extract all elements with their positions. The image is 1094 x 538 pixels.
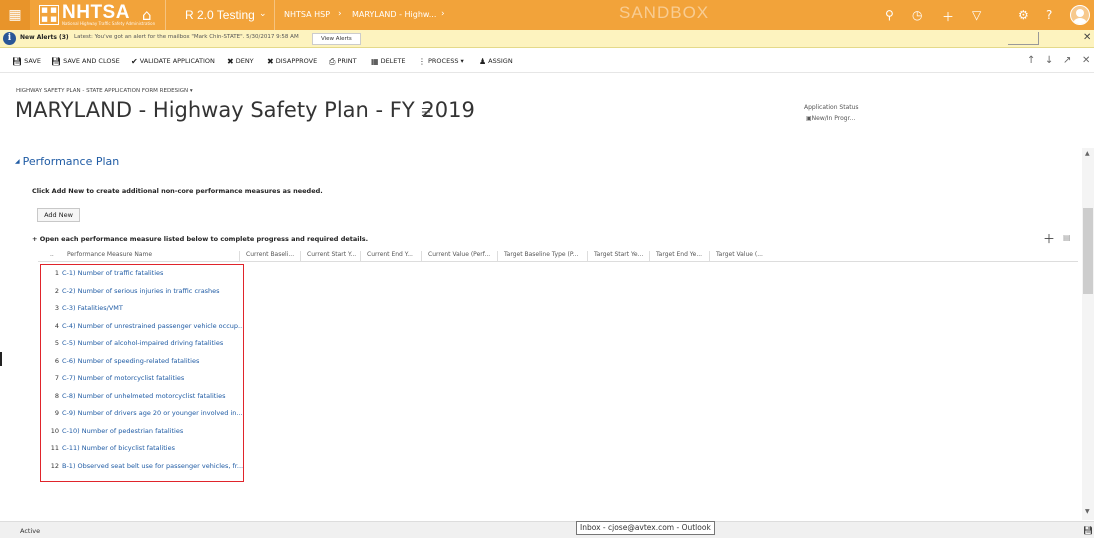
- process-menu-button[interactable]: ⋮ PROCESS ▾: [418, 57, 464, 66]
- assign-users-icon: ♟: [479, 57, 487, 66]
- dot-logo-icon: ■ ■ ■ ■: [39, 5, 59, 25]
- collapse-triangle-icon: ◢: [15, 158, 20, 165]
- chevron-down-icon: ▾: [189, 88, 193, 94]
- chevron-right-icon[interactable]: ›: [441, 9, 445, 19]
- alert-notification-bar: i New Alerts (3) Latest: You've got an a…: [0, 30, 1094, 48]
- new-record-plus-icon[interactable]: ＋: [942, 8, 954, 25]
- validate-icon: ✔: [131, 57, 138, 66]
- column-header[interactable]: Performance Measure Name: [67, 251, 152, 262]
- advanced-find-filter-icon[interactable]: ▽: [972, 8, 981, 22]
- popout-icon[interactable]: ↗: [1063, 55, 1071, 66]
- alert-title: New Alerts (3): [20, 34, 69, 41]
- save-icon[interactable]: 💾︎: [1083, 526, 1093, 535]
- x-icon: ✖: [227, 57, 234, 66]
- trash-icon: ▦: [371, 57, 379, 66]
- breadcrumb-record[interactable]: MARYLAND - Highw...: [352, 10, 436, 19]
- column-header[interactable]: Current Value (Perf...: [421, 251, 490, 262]
- home-icon[interactable]: ⌂: [142, 6, 152, 24]
- record-menu-icon[interactable]: ☰: [421, 106, 431, 119]
- application-status-label: Application Status: [804, 104, 859, 111]
- application-status-value: ▣New/In Progr...: [806, 115, 856, 122]
- save-close-icon: 💾︎: [51, 57, 62, 66]
- page-title: MARYLAND - Highway Safety Plan - FY 2019: [15, 98, 475, 122]
- app-launcher-icon[interactable]: ▦: [0, 0, 30, 30]
- settings-gear-icon[interactable]: ⚙: [1018, 8, 1029, 22]
- search-icon[interactable]: ⚲: [885, 8, 894, 22]
- text-cursor-mark: [0, 352, 2, 366]
- chevron-down-icon: ▾: [460, 57, 464, 65]
- red-highlight-box: [40, 264, 244, 482]
- form-selector[interactable]: HIGHWAY SAFETY PLAN - STATE APPLICATION …: [16, 88, 193, 94]
- column-header[interactable]: Current Start Y...: [300, 251, 356, 262]
- chevron-right-icon: ›: [338, 9, 342, 19]
- column-header[interactable]: Target Baseline Type (P...: [497, 251, 578, 262]
- add-new-button[interactable]: Add New: [37, 208, 80, 222]
- grid-options-icon[interactable]: ▤: [1063, 233, 1071, 242]
- print-button[interactable]: ⎙ PRINT: [329, 57, 357, 67]
- command-bar: 💾︎ SAVE 💾︎ SAVE AND CLOSE ✔ VALIDATE APPLIC…: [0, 49, 1094, 73]
- status-bar: Active 💾︎: [0, 521, 1094, 538]
- alert-bar-field: [1008, 32, 1039, 45]
- close-form-icon[interactable]: ✕: [1082, 55, 1090, 66]
- record-state: Active: [20, 527, 41, 535]
- column-header[interactable]: Target Value (...: [709, 251, 763, 262]
- open-measure-instruction: + Open each performance measure listed b…: [32, 235, 369, 243]
- grid-header: .. Performance Measure Name Current Base…: [38, 248, 1078, 262]
- help-icon[interactable]: ?: [1046, 8, 1052, 22]
- delete-button[interactable]: ▦ DELETE: [371, 57, 405, 66]
- close-icon[interactable]: ✕: [1083, 32, 1091, 43]
- save-and-close-button[interactable]: 💾︎ SAVE AND CLOSE: [51, 57, 120, 66]
- sandbox-watermark: SANDBOX: [619, 3, 710, 22]
- chevron-down-icon: ⌄: [259, 9, 267, 19]
- validate-application-button[interactable]: ✔ VALIDATE APPLICATION: [131, 57, 215, 66]
- select-column-header[interactable]: ..: [50, 251, 54, 262]
- breadcrumb-app[interactable]: NHTSA HSP: [284, 10, 330, 19]
- top-navigation-bar: ▦ ■ ■ ■ ■ NHTSA National Highway Traffic Sa…: [0, 0, 1094, 30]
- x-icon: ✖: [267, 57, 274, 66]
- next-record-arrow-icon[interactable]: ↓: [1045, 55, 1053, 66]
- alert-message: Latest: You've got an alert for the mail…: [74, 34, 299, 40]
- save-icon: 💾︎: [12, 57, 23, 66]
- performance-plan-section-header[interactable]: ◢ Performance Plan: [15, 155, 119, 168]
- column-header[interactable]: Target Start Ye...: [587, 251, 643, 262]
- assign-button[interactable]: ♟ ASSIGN: [479, 57, 513, 66]
- add-new-instruction: Click Add New to create additional non-c…: [32, 187, 323, 195]
- disapprove-button[interactable]: ✖ DISAPPROVE: [267, 57, 317, 66]
- process-icon: ⋮: [418, 57, 426, 66]
- printer-icon: ⎙: [329, 57, 336, 66]
- user-avatar[interactable]: [1070, 5, 1090, 25]
- recent-history-icon[interactable]: ◷: [912, 8, 922, 22]
- column-header[interactable]: Target End Ye...: [649, 251, 702, 262]
- scroll-up-arrow-icon[interactable]: ▲: [1085, 150, 1090, 157]
- deny-button[interactable]: ✖ DENY: [227, 57, 254, 66]
- environment-selector[interactable]: R 2.0 Testing ⌄: [165, 0, 275, 30]
- save-button[interactable]: 💾︎ SAVE: [12, 57, 41, 66]
- add-record-plus-icon[interactable]: ＋: [1043, 230, 1055, 247]
- scroll-down-arrow-icon[interactable]: ▼: [1085, 508, 1090, 515]
- view-alerts-button[interactable]: View Alerts: [312, 33, 361, 45]
- environment-label: R 2.0 Testing: [185, 8, 255, 22]
- column-header[interactable]: Current Baseli...: [239, 251, 294, 262]
- scrollbar-thumb[interactable]: [1083, 208, 1093, 294]
- previous-record-arrow-icon[interactable]: ↑: [1027, 55, 1035, 66]
- info-icon: i: [3, 32, 16, 45]
- vertical-scrollbar[interactable]: ▲ ▼: [1082, 148, 1094, 520]
- taskbar-tooltip: Inbox - cjose@avtex.com - Outlook: [576, 521, 715, 535]
- column-header[interactable]: Current End Y...: [360, 251, 413, 262]
